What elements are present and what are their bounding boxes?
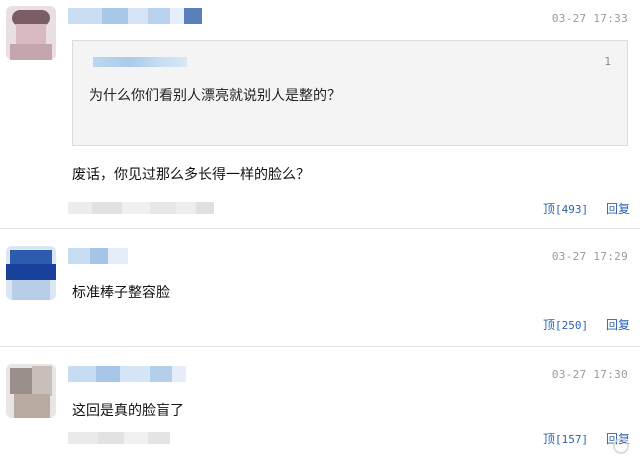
comment-item: 03-27 17:29 标准棒子整容脸 顶[250] 回复 <box>0 228 640 346</box>
watermark-logo-icon <box>613 438 629 454</box>
upvote-button[interactable]: 顶[157] <box>543 430 588 447</box>
reply-button[interactable]: 回复 <box>606 200 630 217</box>
comment-text: 废话，你见过那么多长得一样的脸么？ <box>72 167 310 183</box>
upvote-label: 顶 <box>543 202 556 216</box>
comment-actions: 顶[493] 回复 <box>543 200 630 217</box>
upvote-button[interactable]: 顶[493] <box>543 200 588 217</box>
upvote-button[interactable]: 顶[250] <box>543 316 588 333</box>
avatar[interactable] <box>6 6 56 60</box>
quote-floor-number: 1 <box>604 55 611 68</box>
upvote-count: [250] <box>555 319 589 332</box>
comment-time: 03-27 17:33 <box>551 12 628 25</box>
comment-text: 这回是真的脸盲了 <box>72 403 184 419</box>
quoted-username[interactable] <box>93 57 187 67</box>
username[interactable] <box>68 366 186 382</box>
comment-time: 03-27 17:29 <box>551 250 628 263</box>
comment-time: 03-27 17:30 <box>551 368 628 381</box>
comment-item: 03-27 17:33 1 为什么你们看别人漂亮就说别人是整的？ 废话，你见过那… <box>0 0 640 228</box>
comment-text: 标准棒子整容脸 <box>72 285 170 301</box>
upvote-count: [157] <box>555 433 589 446</box>
quoted-text: 为什么你们看别人漂亮就说别人是整的？ <box>89 88 341 104</box>
upvote-label: 顶 <box>543 318 556 332</box>
username[interactable] <box>68 8 202 24</box>
quoted-comment: 1 为什么你们看别人漂亮就说别人是整的？ <box>72 40 628 146</box>
reply-button[interactable]: 回复 <box>606 316 630 333</box>
comment-item: 03-27 17:30 这回是真的脸盲了 顶[157] 回复 <box>0 346 640 460</box>
comment-meta <box>68 202 214 214</box>
comment-meta <box>68 432 170 444</box>
upvote-count: [493] <box>555 203 589 216</box>
watermark <box>613 438 632 456</box>
comment-actions: 顶[250] 回复 <box>543 316 630 333</box>
avatar[interactable] <box>6 246 56 300</box>
upvote-label: 顶 <box>543 432 556 446</box>
username[interactable] <box>68 248 128 264</box>
avatar[interactable] <box>6 364 56 418</box>
